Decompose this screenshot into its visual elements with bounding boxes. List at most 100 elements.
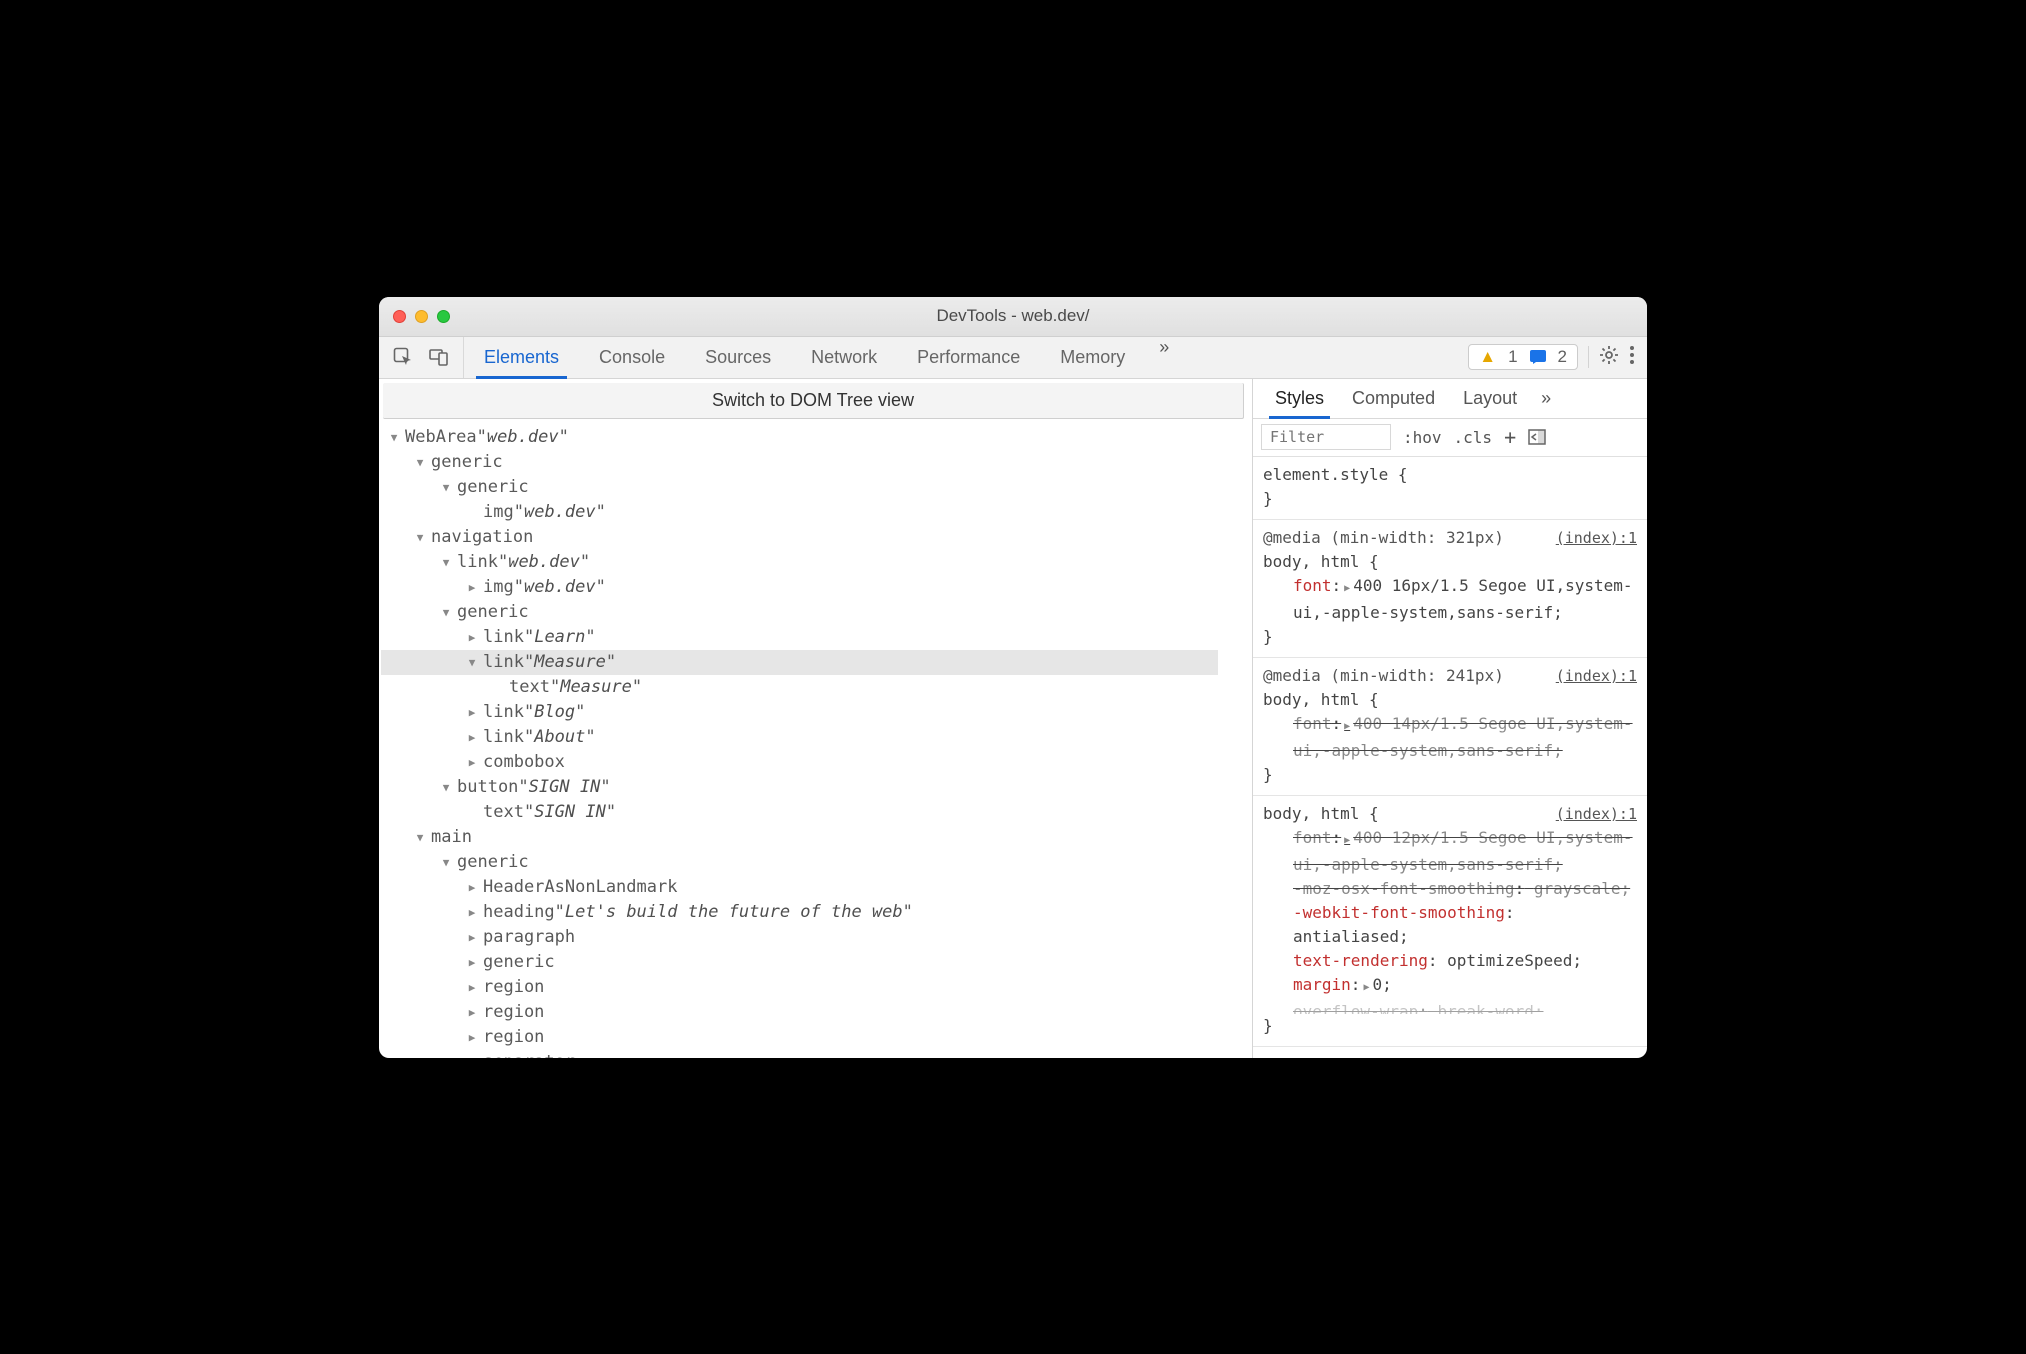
sidebar-tab-computed[interactable]: Computed [1338,379,1449,418]
expand-shorthand-icon[interactable]: ▶ [1341,835,1353,846]
expand-right-icon[interactable]: ▶ [465,750,479,775]
styles-rules[interactable]: element.style {}@media (min-width: 321px… [1253,457,1647,1058]
settings-gear-icon[interactable] [1599,345,1619,370]
tree-node[interactable]: ▼button "SIGN IN" [381,775,1248,800]
tab-memory[interactable]: Memory [1040,337,1145,378]
tree-node[interactable]: ▼generic [381,850,1248,875]
declaration[interactable]: font:▶400 14px/1.5 Segoe UI,system-ui,-a… [1263,712,1637,763]
expand-right-icon[interactable]: ▶ [465,900,479,925]
tree-node[interactable]: ▶HeaderAsNonLandmark [381,875,1248,900]
expand-shorthand-icon[interactable]: ▶ [1341,721,1353,732]
expand-down-icon[interactable]: ▼ [439,550,453,575]
tree-node-name: web.dev [508,550,580,575]
expand-down-icon[interactable]: ▼ [439,775,453,800]
tree-node[interactable]: ▶img "web.dev" [381,500,1248,525]
tree-node[interactable]: ▶separator [381,1050,1248,1058]
tree-node[interactable]: ▶text "SIGN IN" [381,800,1248,825]
declaration[interactable]: overflow-wrap: break-word; [1263,1000,1637,1014]
expand-shorthand-icon[interactable]: ▶ [1360,982,1372,993]
style-rule[interactable]: @media (min-width: 241px)body, html {(in… [1253,658,1647,796]
tree-node[interactable]: ▶link "About" [381,725,1248,750]
declaration[interactable]: -moz-osx-font-smoothing: grayscale; [1263,877,1637,901]
rule-origin-link[interactable]: (index):1 [1556,526,1637,550]
sidebar-tab-styles[interactable]: Styles [1261,379,1338,418]
expand-down-icon[interactable]: ▼ [465,650,479,675]
tree-node[interactable]: ▼generic [381,600,1248,625]
tree-node[interactable]: ▼link "web.dev" [381,550,1248,575]
sidebar-tab-layout[interactable]: Layout [1449,379,1531,418]
property-name: -webkit-font-smoothing [1293,903,1505,922]
tab-sources[interactable]: Sources [685,337,791,378]
declaration[interactable]: margin:▶0; [1263,973,1637,1000]
expand-right-icon[interactable]: ▶ [465,700,479,725]
toggle-hover-button[interactable]: :hov [1403,428,1442,447]
tree-node[interactable]: ▶heading "Let's build the future of the … [381,900,1248,925]
expand-shorthand-icon[interactable]: ▶ [1341,583,1353,594]
declaration[interactable]: text-rendering: optimizeSpeed; [1263,949,1637,973]
declaration[interactable]: font:▶400 12px/1.5 Segoe UI,system-ui,-a… [1263,826,1637,877]
tree-node[interactable]: ▼WebArea "web.dev" [381,425,1248,450]
expand-right-icon[interactable]: ▶ [465,625,479,650]
declaration[interactable]: font:▶400 16px/1.5 Segoe UI,system-ui,-a… [1263,574,1637,625]
property-name: text-rendering [1293,951,1428,970]
toggle-computed-panel-icon[interactable] [1528,429,1546,445]
issues-counter[interactable]: ▲ 1 2 [1468,344,1578,370]
window-title: DevTools - web.dev/ [379,306,1647,326]
sidebar-tabs-overflow-icon[interactable]: » [1541,388,1551,409]
rule-origin-link[interactable]: (index):1 [1556,664,1637,688]
style-rule[interactable]: element.style {} [1253,457,1647,520]
tab-performance[interactable]: Performance [897,337,1040,378]
expand-right-icon[interactable]: ▶ [465,725,479,750]
expand-right-icon[interactable]: ▶ [465,950,479,975]
style-rule[interactable]: body, html {(index):1font:▶400 12px/1.5 … [1253,796,1647,1047]
tree-node[interactable]: ▶link "Learn" [381,625,1248,650]
tree-node[interactable]: ▼generic [381,450,1248,475]
tree-node[interactable]: ▶paragraph [381,925,1248,950]
expand-down-icon[interactable]: ▼ [387,425,401,450]
expand-down-icon[interactable]: ▼ [413,525,427,550]
tree-node[interactable]: ▶link "Blog" [381,700,1248,725]
warning-icon: ▲ [1479,347,1496,367]
accessibility-tree[interactable]: ▼WebArea "web.dev"▼generic▼generic▶img "… [379,419,1252,1058]
more-menu-icon[interactable] [1629,345,1635,370]
tab-elements[interactable]: Elements [464,337,579,378]
tree-node-role: link [483,700,524,725]
switch-to-dom-tree-button[interactable]: Switch to DOM Tree view [383,383,1244,419]
tree-node-name: Measure [534,650,606,675]
style-rule[interactable]: @media (min-width: 321px)body, html {(in… [1253,520,1647,658]
tab-network[interactable]: Network [791,337,897,378]
tree-node[interactable]: ▼navigation [381,525,1248,550]
new-style-rule-button[interactable]: + [1504,425,1516,449]
rule-origin-link[interactable]: (index):1 [1556,802,1637,826]
tree-node-role: region [483,1025,544,1050]
tree-node[interactable]: ▼generic [381,475,1248,500]
expand-right-icon[interactable]: ▶ [465,925,479,950]
device-toggle-icon[interactable] [429,347,449,367]
expand-right-icon[interactable]: ▶ [465,875,479,900]
expand-down-icon[interactable]: ▼ [439,850,453,875]
expand-right-icon[interactable]: ▶ [465,1025,479,1050]
tree-node[interactable]: ▶region [381,1025,1248,1050]
tree-node[interactable]: ▶img "web.dev" [381,575,1248,600]
expand-down-icon[interactable]: ▼ [439,600,453,625]
toggle-classes-button[interactable]: .cls [1454,428,1493,447]
styles-filter-input[interactable] [1261,424,1391,450]
tree-node[interactable]: ▶region [381,1000,1248,1025]
tree-node[interactable]: ▼main [381,825,1248,850]
expand-right-icon[interactable]: ▶ [465,575,479,600]
expand-down-icon[interactable]: ▼ [439,475,453,500]
tree-node[interactable]: ▼link "Measure" [381,650,1218,675]
expand-down-icon[interactable]: ▼ [413,450,427,475]
property-name: font [1293,576,1332,595]
expand-down-icon[interactable]: ▼ [413,825,427,850]
expand-right-icon[interactable]: ▶ [465,975,479,1000]
tab-console[interactable]: Console [579,337,685,378]
tabs-overflow-icon[interactable]: » [1145,337,1183,378]
declaration[interactable]: -webkit-font-smoothing: antialiased; [1263,901,1637,949]
inspect-element-icon[interactable] [393,347,413,367]
expand-right-icon[interactable]: ▶ [465,1000,479,1025]
tree-node[interactable]: ▶text "Measure" [381,675,1248,700]
tree-node[interactable]: ▶generic [381,950,1248,975]
tree-node[interactable]: ▶combobox [381,750,1248,775]
tree-node[interactable]: ▶region [381,975,1248,1000]
